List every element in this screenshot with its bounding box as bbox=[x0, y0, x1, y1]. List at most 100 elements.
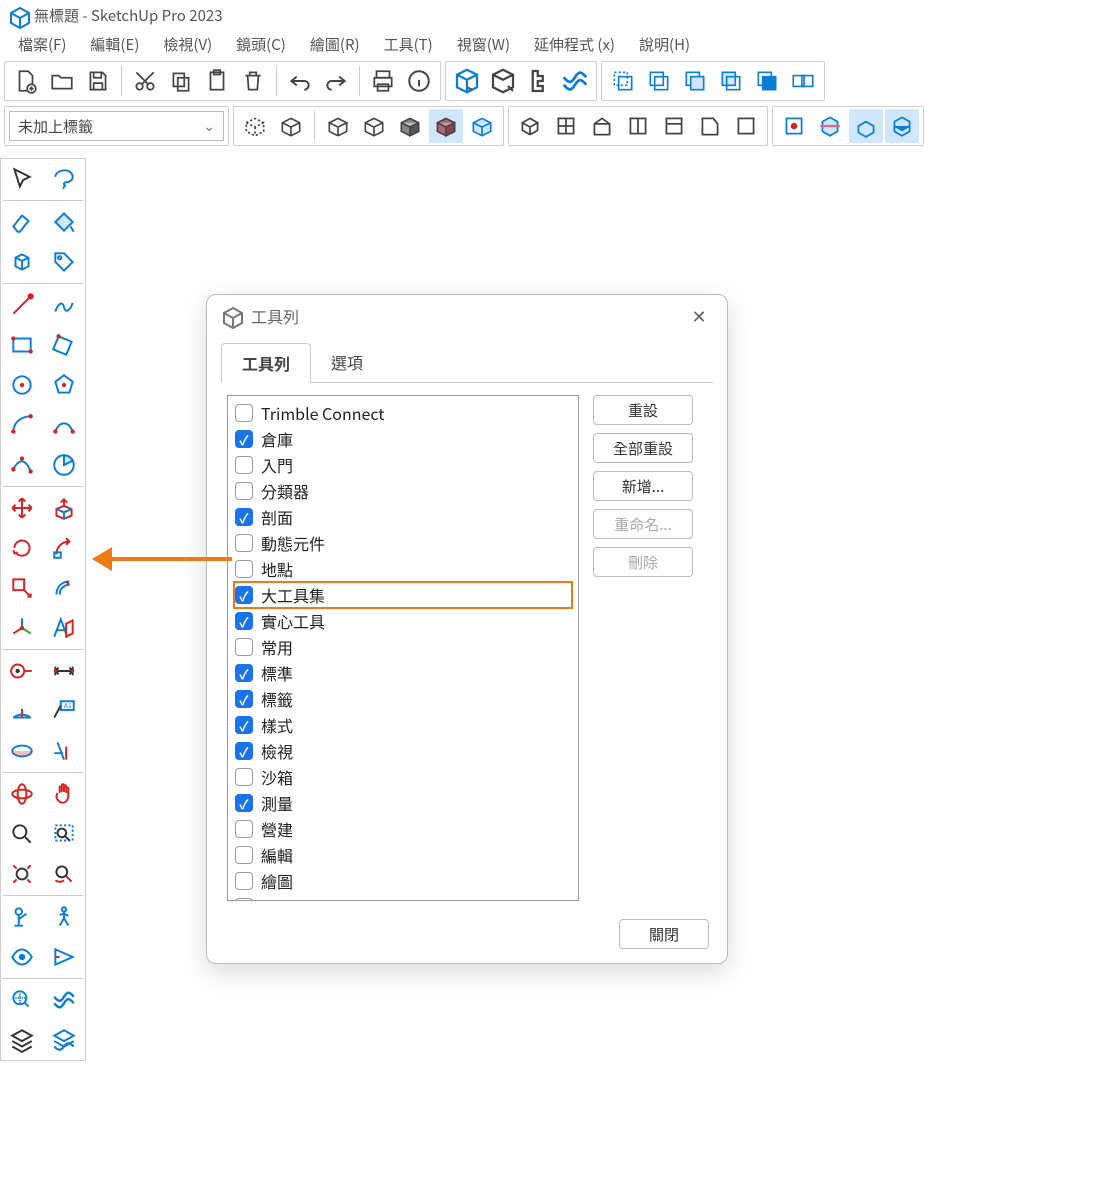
delete-button[interactable] bbox=[236, 64, 270, 98]
new-button[interactable]: 新增... bbox=[593, 471, 693, 501]
checkbox[interactable] bbox=[235, 612, 253, 630]
extension-warehouse-button[interactable] bbox=[522, 64, 556, 98]
circle-tool[interactable] bbox=[1, 365, 43, 405]
2pt-arc-tool[interactable] bbox=[43, 405, 85, 445]
toolbar-list-item[interactable]: 檢視 bbox=[234, 738, 572, 764]
line-tool[interactable] bbox=[1, 285, 43, 325]
toolbar-list-item[interactable]: 沙箱 bbox=[234, 764, 572, 790]
checkbox[interactable] bbox=[235, 872, 253, 890]
reset-button[interactable]: 重設 bbox=[593, 395, 693, 425]
walk-tool[interactable] bbox=[43, 897, 85, 937]
outer-shell-button[interactable] bbox=[606, 64, 640, 98]
layers2-tool[interactable] bbox=[43, 1020, 85, 1060]
menu-item[interactable]: 延伸程式 (x) bbox=[522, 31, 627, 58]
bottom-view-button[interactable] bbox=[729, 109, 763, 143]
menu-item[interactable]: 鏡頭(C) bbox=[224, 31, 298, 58]
toolbar-list-item[interactable]: 動態元件 bbox=[234, 530, 572, 556]
checkbox[interactable] bbox=[235, 820, 253, 838]
toolbar-list-item[interactable]: 剖面 bbox=[234, 504, 572, 530]
checkbox[interactable] bbox=[235, 482, 253, 500]
toolbar-list-item[interactable]: 倉庫 bbox=[234, 426, 572, 452]
toolbar-list-item[interactable]: 大工具集 bbox=[234, 582, 572, 608]
checkbox[interactable] bbox=[235, 794, 253, 812]
rectangle-tool[interactable] bbox=[1, 325, 43, 365]
toolbar-list-item[interactable]: 測量 bbox=[234, 790, 572, 816]
select-tool[interactable] bbox=[1, 159, 43, 199]
scale-tool[interactable] bbox=[1, 568, 43, 608]
checkbox[interactable] bbox=[235, 664, 253, 682]
text-tool[interactable]: A1 bbox=[43, 691, 85, 731]
close-dialog-button[interactable]: 關閉 bbox=[619, 919, 709, 949]
3dtext-tool[interactable] bbox=[43, 608, 85, 648]
orbit-tool[interactable] bbox=[1, 774, 43, 814]
followme-tool[interactable] bbox=[43, 528, 85, 568]
monochrome-button[interactable] bbox=[465, 109, 499, 143]
component-tool[interactable] bbox=[1, 242, 43, 282]
rename-button[interactable]: 重命名... bbox=[593, 509, 693, 539]
top-view-button[interactable] bbox=[549, 109, 583, 143]
zoomextents-tool[interactable] bbox=[1, 854, 43, 894]
intersect-button[interactable] bbox=[642, 64, 676, 98]
toolbar-checklist[interactable]: Trimble Connect倉庫入門分類器剖面動態元件地點大工具集實心工具常用… bbox=[227, 395, 579, 901]
hidden-line-button[interactable] bbox=[357, 109, 391, 143]
menu-item[interactable]: 編輯(E) bbox=[78, 31, 151, 58]
wireframe-button[interactable] bbox=[321, 109, 355, 143]
toolbar-list-item[interactable]: 營建 bbox=[234, 816, 572, 842]
axes-tool[interactable] bbox=[1, 608, 43, 648]
section-tool[interactable] bbox=[1, 731, 43, 771]
warehouse-button[interactable] bbox=[450, 64, 484, 98]
tab[interactable]: 工具列 bbox=[221, 343, 311, 383]
checkbox[interactable] bbox=[235, 716, 253, 734]
toolbar-list-item[interactable]: 地點 bbox=[234, 556, 572, 582]
checkbox[interactable] bbox=[235, 742, 253, 760]
checkbox[interactable] bbox=[235, 690, 253, 708]
zoomwindow-tool[interactable] bbox=[43, 814, 85, 854]
extension-manager-button[interactable] bbox=[558, 64, 592, 98]
freehand-tool[interactable] bbox=[43, 285, 85, 325]
checkbox[interactable] bbox=[235, 508, 253, 526]
tape-tool[interactable] bbox=[1, 651, 43, 691]
toolbar-list-item[interactable]: 繪圖 bbox=[234, 868, 572, 894]
toolbar-list-item[interactable]: 樣式 bbox=[234, 712, 572, 738]
menu-item[interactable]: 檔案(F) bbox=[6, 31, 78, 58]
redo-button[interactable] bbox=[319, 64, 353, 98]
menu-item[interactable]: 說明(H) bbox=[627, 31, 702, 58]
toolbar-list-item[interactable]: 標籤 bbox=[234, 686, 572, 712]
pie-tool[interactable] bbox=[43, 445, 85, 485]
tag-select[interactable]: 未加上標籤 bbox=[9, 111, 224, 141]
print-button[interactable] bbox=[366, 64, 400, 98]
checkbox[interactable] bbox=[235, 560, 253, 578]
toolbar-list-item[interactable]: 常用 bbox=[234, 634, 572, 660]
offset-tool[interactable] bbox=[43, 568, 85, 608]
pan-tool[interactable] bbox=[43, 774, 85, 814]
protractor-tool[interactable] bbox=[1, 691, 43, 731]
checkbox[interactable] bbox=[235, 898, 253, 901]
cut-button[interactable] bbox=[128, 64, 162, 98]
eraser-tool[interactable] bbox=[1, 202, 43, 242]
iso-view-button[interactable] bbox=[513, 109, 547, 143]
section-cut-button[interactable] bbox=[849, 109, 883, 143]
tag-tool[interactable] bbox=[43, 242, 85, 282]
position-camera-tool[interactable] bbox=[1, 897, 43, 937]
union-button[interactable] bbox=[678, 64, 712, 98]
menu-item[interactable]: 工具(T) bbox=[372, 31, 445, 58]
shaded-button[interactable] bbox=[393, 109, 427, 143]
shaded-textures-button[interactable] bbox=[429, 109, 463, 143]
right-view-button[interactable] bbox=[621, 109, 655, 143]
delete-button[interactable]: 刪除 bbox=[593, 547, 693, 577]
tab[interactable]: 選項 bbox=[311, 343, 383, 382]
geo-tool[interactable] bbox=[1, 980, 43, 1020]
open-file-button[interactable] bbox=[45, 64, 79, 98]
checkbox[interactable] bbox=[235, 456, 253, 474]
subtract-button[interactable] bbox=[714, 64, 748, 98]
split-button[interactable] bbox=[786, 64, 820, 98]
dimension-tool[interactable] bbox=[43, 651, 85, 691]
menu-item[interactable]: 視窗(W) bbox=[445, 31, 522, 58]
back-view-button[interactable] bbox=[657, 109, 691, 143]
info-button[interactable] bbox=[402, 64, 436, 98]
menu-item[interactable]: 繪圖(R) bbox=[298, 31, 372, 58]
section-display-button[interactable] bbox=[813, 109, 847, 143]
checkbox[interactable] bbox=[235, 846, 253, 864]
checkbox[interactable] bbox=[235, 638, 253, 656]
xray-button[interactable] bbox=[238, 109, 272, 143]
